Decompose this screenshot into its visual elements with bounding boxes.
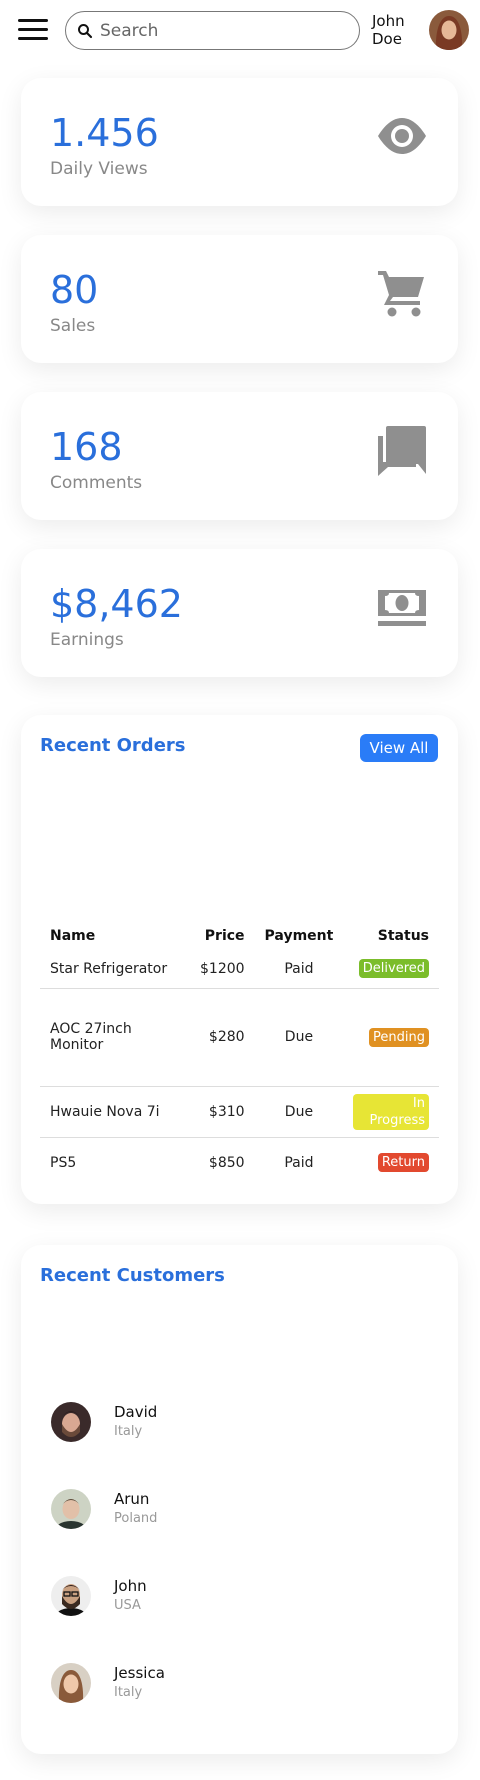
column-header-name: Name bbox=[50, 928, 96, 944]
avatar bbox=[51, 1489, 91, 1529]
stat-value: 80 bbox=[50, 268, 99, 312]
stat-card-daily-views[interactable]: 1.456 Daily Views bbox=[21, 78, 458, 206]
stat-label: Daily Views bbox=[50, 159, 148, 179]
order-payment: Due bbox=[254, 988, 344, 1087]
stat-card-sales[interactable]: 80 Sales bbox=[21, 235, 458, 363]
orders-table: Name Price Payment Status Star Refrigera… bbox=[40, 922, 439, 1188]
list-item[interactable]: David Italy bbox=[51, 1402, 351, 1446]
list-item[interactable]: John USA bbox=[51, 1576, 351, 1620]
customer-name: John bbox=[114, 1577, 147, 1595]
stat-value: 168 bbox=[50, 425, 123, 469]
avatar bbox=[51, 1402, 91, 1442]
stat-label: Comments bbox=[50, 473, 143, 493]
recent-customers-card: Recent Customers David Italy Arun Poland bbox=[21, 1245, 458, 1754]
recent-orders-title: Recent Orders bbox=[40, 735, 186, 756]
customer-country: Italy bbox=[114, 1685, 143, 1700]
table-header-row: Name Price Payment Status bbox=[40, 922, 439, 950]
recent-customers-title: Recent Customers bbox=[40, 1265, 225, 1286]
customer-country: USA bbox=[114, 1598, 141, 1613]
search-box[interactable] bbox=[65, 11, 360, 50]
status-badge: Return bbox=[377, 1153, 429, 1173]
view-all-button[interactable]: View All bbox=[360, 734, 438, 762]
comments-icon bbox=[378, 426, 426, 476]
stat-card-comments[interactable]: 168 Comments bbox=[21, 392, 458, 520]
customer-country: Italy bbox=[114, 1424, 143, 1439]
stat-label: Earnings bbox=[50, 630, 124, 650]
customer-country: Poland bbox=[114, 1511, 158, 1526]
avatar bbox=[51, 1576, 91, 1616]
status-badge: Delivered bbox=[358, 959, 429, 979]
order-payment: Paid bbox=[254, 950, 344, 989]
column-header-status: Status bbox=[377, 928, 429, 944]
column-header-payment: Payment bbox=[264, 928, 334, 944]
order-price: $1200 bbox=[190, 950, 255, 989]
order-price: $310 bbox=[190, 1086, 255, 1138]
user-name: John Doe bbox=[372, 12, 405, 48]
order-payment: Due bbox=[254, 1086, 344, 1138]
table-row[interactable]: PS5 $850 Paid Return bbox=[40, 1137, 439, 1188]
table-row[interactable]: AOC 27inch Monitor $280 Due Pending bbox=[40, 988, 439, 1087]
list-item[interactable]: Jessica Italy bbox=[51, 1663, 351, 1707]
customer-name: Jessica bbox=[114, 1664, 165, 1682]
order-price: $850 bbox=[208, 1154, 245, 1171]
status-badge: In Progress bbox=[353, 1093, 429, 1130]
search-input[interactable] bbox=[100, 20, 350, 42]
stat-label: Sales bbox=[50, 316, 96, 336]
cart-icon bbox=[378, 271, 424, 317]
customer-name: Arun bbox=[114, 1490, 150, 1508]
customer-name: David bbox=[114, 1403, 158, 1421]
top-bar: John Doe bbox=[0, 0, 480, 64]
order-name: Star Refrigerator bbox=[40, 950, 190, 989]
cash-icon bbox=[378, 590, 426, 626]
table-row[interactable]: Hwauie Nova 7i $310 Due In Progress bbox=[40, 1086, 439, 1138]
search-icon bbox=[78, 24, 93, 39]
column-header-price: Price bbox=[204, 928, 245, 944]
menu-icon[interactable] bbox=[18, 19, 48, 43]
order-price: $280 bbox=[190, 988, 255, 1087]
order-name: Hwauie Nova 7i bbox=[40, 1086, 190, 1138]
order-name: PS5 bbox=[50, 1154, 77, 1171]
stat-card-earnings[interactable]: $8,462 Earnings bbox=[21, 549, 458, 677]
order-payment: Paid bbox=[284, 1154, 314, 1171]
list-item[interactable]: Arun Poland bbox=[51, 1489, 351, 1533]
recent-orders-card: Recent Orders View All Name Price Paymen… bbox=[21, 715, 458, 1204]
table-row[interactable]: Star Refrigerator $1200 Paid Delivered bbox=[40, 950, 439, 989]
avatar bbox=[51, 1663, 91, 1703]
order-name: AOC 27inch Monitor bbox=[40, 988, 190, 1087]
eye-icon bbox=[378, 118, 426, 154]
stat-value: $8,462 bbox=[50, 582, 183, 626]
status-badge: Pending bbox=[369, 1027, 429, 1047]
user-avatar[interactable] bbox=[429, 10, 469, 50]
stat-value: 1.456 bbox=[50, 111, 159, 155]
